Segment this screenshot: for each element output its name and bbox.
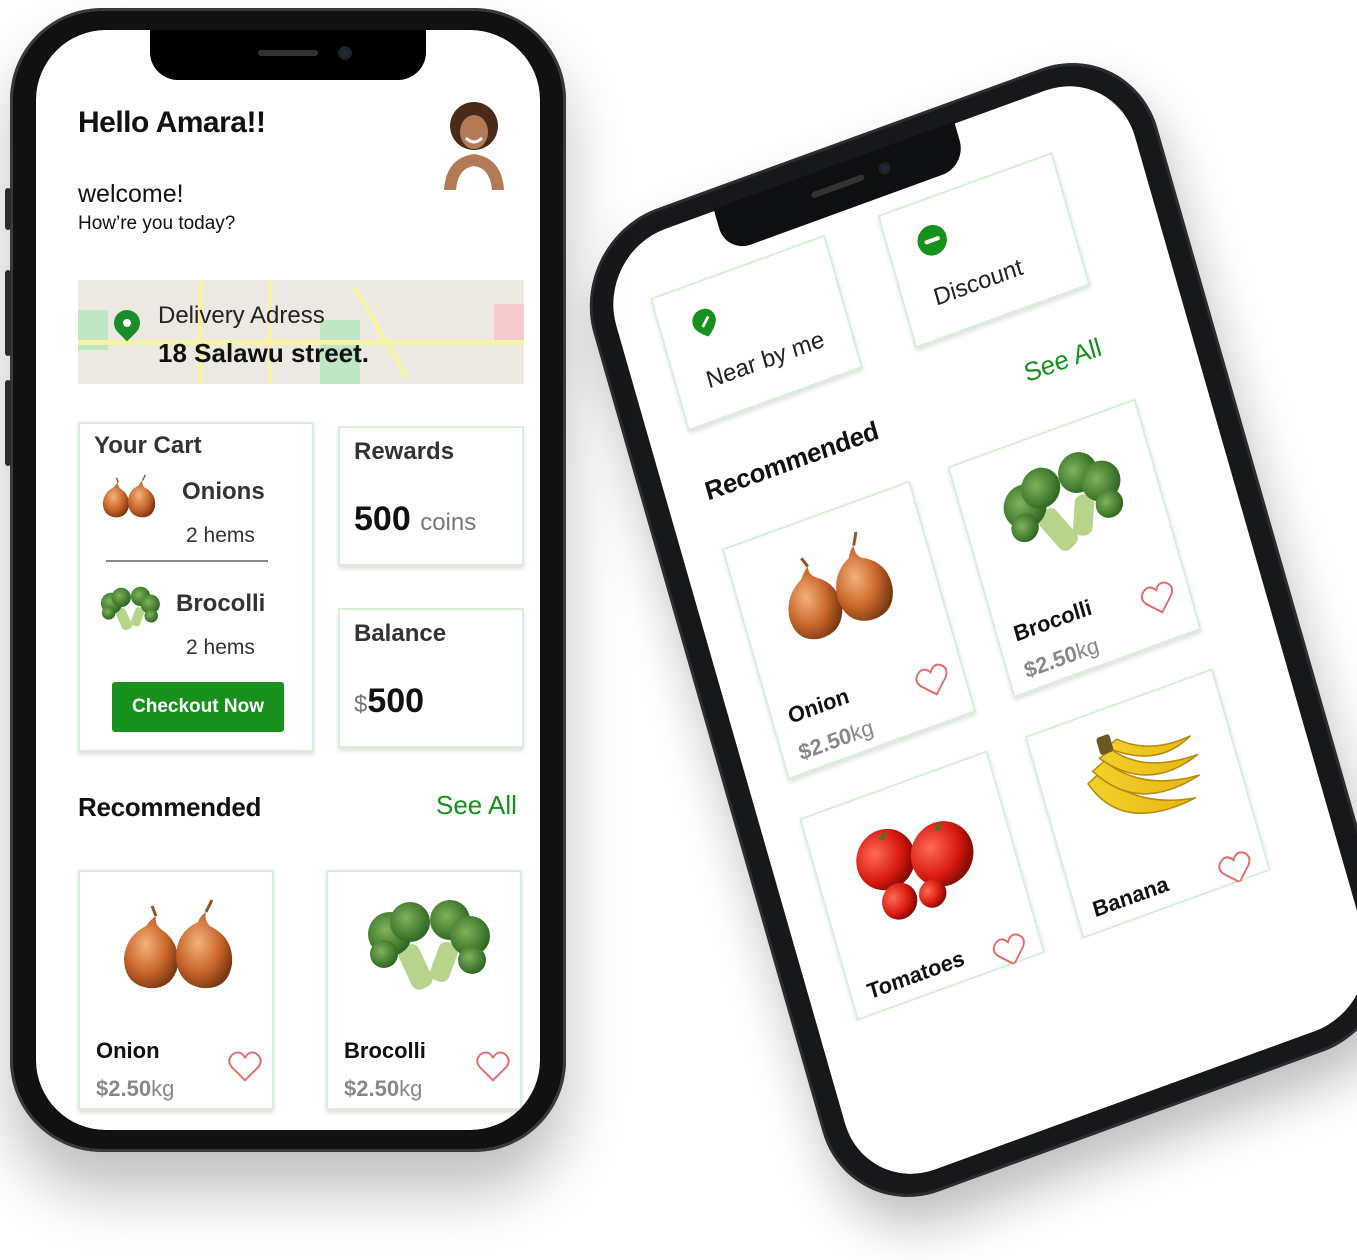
filter-near-by-me[interactable]: Near by me [649,234,863,432]
volume-down-button [5,380,11,466]
heart-icon[interactable] [1136,575,1182,625]
location-pin-icon [692,308,716,337]
product-card-onion[interactable]: Onion $2.50kg [78,870,274,1110]
see-all-link[interactable]: See All [1020,332,1105,390]
tomato-image [829,773,996,944]
section-title-recommended: Recommended [701,414,882,507]
mockup-stage: Near by me Discount Recommended See All … [0,0,1357,1260]
cart-title: Your Cart [94,432,202,459]
product-name: Onion [785,682,852,729]
broccoli-image [354,882,494,1010]
product-name: Brocolli [344,1038,426,1063]
cart-item-name: Brocolli [176,590,266,617]
balance-card[interactable]: Balance $500 [338,608,524,748]
heart-icon[interactable] [226,1048,264,1086]
delivery-address: 18 Salawu street. [158,338,369,368]
location-pin-icon [108,304,146,342]
phone-browse: Near by me Discount Recommended See All … [567,35,1357,1225]
checkout-button[interactable]: Checkout Now [112,682,284,732]
rewards-value: 500 coins [354,500,477,538]
mute-switch [5,188,11,230]
filter-label: Near by me [703,325,828,395]
phone-home: Hello Amara!! welcome! How’re you today? [5,8,566,1152]
product-price: $2.50kg [96,1076,175,1101]
home-screen: Hello Amara!! welcome! How’re you today? [36,30,540,1130]
broccoli-image [92,580,164,638]
cart-item-qty: 2 hems [186,636,255,659]
heart-icon[interactable] [474,1048,512,1086]
cart-card: Your Cart Onions 2 hems Brocolli 2 hems … [78,422,314,752]
see-all-link[interactable]: See All [436,790,517,821]
minus-circle-icon [917,224,947,256]
balance-value: $500 [354,682,425,720]
product-name: Onion [96,1038,160,1063]
cart-item-name: Onions [182,478,265,505]
section-title-recommended: Recommended [78,792,262,822]
rewards-card[interactable]: Rewards 500 coins [338,426,524,566]
onion-image [106,882,246,1010]
broccoli-image [977,421,1144,592]
product-card-brocolli[interactable]: Brocolli $2.50kg [947,398,1202,699]
product-price: $2.50kg [344,1076,423,1101]
browse-screen: Near by me Discount Recommended See All … [595,65,1357,1195]
delivery-label: Delivery Adress [158,302,325,329]
delivery-address-map[interactable]: Delivery Adress 18 Salawu street. [78,280,524,384]
banana-image [1054,691,1221,862]
greeting-title: Hello Amara!! [78,106,266,139]
onion-image [751,503,918,674]
onion-image [92,468,164,526]
subtitle-text: How’re you today? [78,213,236,234]
volume-up-button [5,270,11,356]
phone-notch [150,30,426,80]
divider [106,560,268,562]
cart-item-qty: 2 hems [186,524,255,547]
product-card-onion[interactable]: Onion $2.50kg [721,480,977,781]
rewards-title: Rewards [354,438,455,465]
avatar[interactable] [434,98,514,190]
balance-title: Balance [354,620,447,647]
welcome-text: welcome! [78,180,184,208]
filter-label: Discount [930,253,1026,312]
product-card-brocolli[interactable]: Brocolli $2.50kg [326,870,522,1110]
heart-icon[interactable] [910,657,956,707]
